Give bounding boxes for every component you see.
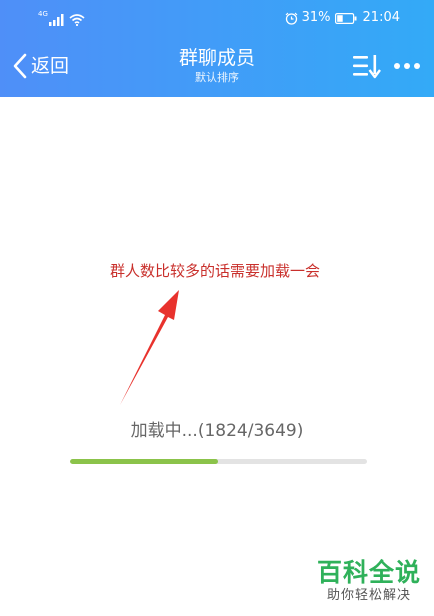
- loading-status: 加载中...(1824/3649): [130, 421, 304, 441]
- annotation-arrow-icon: [120, 290, 179, 405]
- wifi-icon: [69, 14, 85, 26]
- status-time: 21:04: [362, 10, 400, 25]
- more-icon: [394, 63, 420, 69]
- chevron-left-icon: [13, 53, 27, 79]
- more-button[interactable]: [392, 57, 422, 75]
- status-left: 4G: [38, 10, 85, 26]
- screen: 4G 31% 21:04 返回 群聊成员 默认排序 群人数比较多的话需要加载一会…: [0, 0, 434, 616]
- member-list-area: 群人数比较多的话需要加载一会 加载中...(1824/3649) 百科全说 助你…: [0, 97, 434, 616]
- annotation-text: 群人数比较多的话需要加载一会: [109, 262, 320, 280]
- header: 4G 31% 21:04 返回 群聊成员 默认排序: [0, 0, 434, 97]
- page-title: 群聊成员: [178, 47, 255, 69]
- battery-icon: [334, 12, 357, 24]
- watermark-main: 百科全说: [316, 558, 421, 587]
- title-block: 群聊成员 默认排序: [117, 46, 317, 85]
- watermark-sub: 助你轻松解决: [326, 588, 411, 603]
- back-button[interactable]: 返回: [12, 50, 69, 82]
- network-label: 4G: [38, 10, 48, 18]
- status-right: 31% 21:04: [281, 10, 400, 26]
- status-bar: 4G 31% 21:04: [0, 0, 434, 36]
- alarm-icon: [285, 12, 298, 25]
- sort-icon: [353, 55, 381, 79]
- page-subtitle: 默认排序: [195, 71, 239, 84]
- battery-percent: 31%: [301, 10, 331, 25]
- loading-progress-bar: [70, 459, 367, 464]
- back-label: 返回: [31, 55, 70, 77]
- watermark-logo: 百科全说 助你轻松解决: [310, 556, 428, 610]
- sort-button[interactable]: [352, 53, 382, 79]
- loading-progress-fill: [70, 459, 219, 464]
- signal-icon: [48, 14, 64, 26]
- nav-bar: 返回 群聊成员 默认排序: [0, 36, 434, 97]
